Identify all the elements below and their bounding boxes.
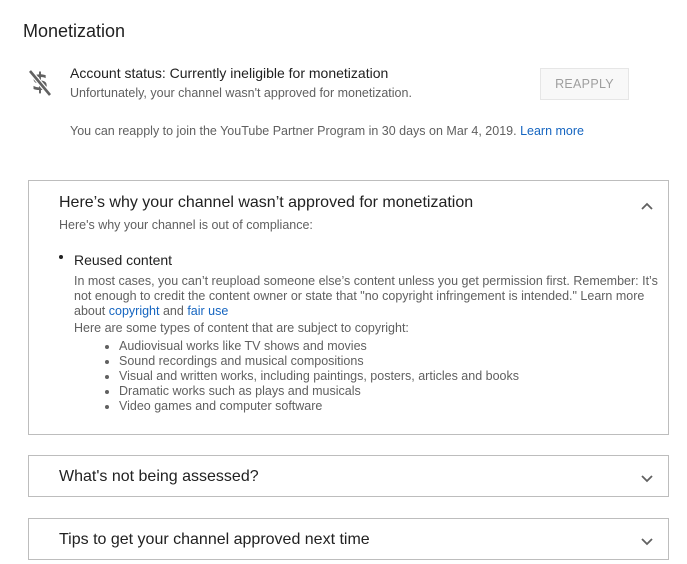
chevron-down-icon[interactable] [640,473,654,483]
chevron-down-icon[interactable] [640,536,654,546]
copyright-link[interactable]: copyright [109,304,160,318]
tips-title[interactable]: Tips to get your channel approved next t… [59,531,370,549]
chevron-up-icon[interactable] [640,201,654,211]
bullet-icon [59,255,63,259]
and-text: and [162,304,184,318]
list-item: Audiovisual works like TV shows and movi… [105,339,519,354]
reapply-note-text: You can reapply to join the YouTube Part… [70,124,517,138]
fair-use-link[interactable]: fair use [187,304,228,318]
list-item: Video games and computer software [105,399,519,414]
types-intro: Here are some types of content that are … [74,321,409,335]
no-money-icon: $ [28,68,52,97]
reason-description-text: In most cases, you can’t reupload someon… [74,274,658,318]
not-assessed-title[interactable]: What's not being assessed? [59,468,259,486]
not-assessed-panel[interactable]: What's not being assessed? [28,455,669,497]
copyright-types-list: Audiovisual works like TV shows and movi… [105,339,519,414]
compliance-subtitle: Here's why your channel is out of compli… [59,218,313,232]
account-status-detail: Unfortunately, your channel wasn't appro… [70,86,412,100]
reason-title: Reused content [74,252,173,268]
list-item: Visual and written works, including pain… [105,369,519,384]
list-item: Dramatic works such as plays and musical… [105,384,519,399]
reapply-button[interactable]: REAPPLY [540,68,629,100]
learn-more-link[interactable]: Learn more [520,124,584,138]
why-not-approved-title[interactable]: Here’s why your channel wasn’t approved … [59,194,473,212]
account-status-text: Account status: Currently ineligible for… [70,65,389,81]
why-not-approved-panel: Here’s why your channel wasn’t approved … [28,180,669,435]
reapply-note: You can reapply to join the YouTube Part… [70,124,584,138]
tips-panel[interactable]: Tips to get your channel approved next t… [28,518,669,560]
page-title: Monetization [23,21,126,41]
list-item: Sound recordings and musical composition… [105,354,519,369]
reason-description: In most cases, you can’t reupload someon… [74,274,664,319]
